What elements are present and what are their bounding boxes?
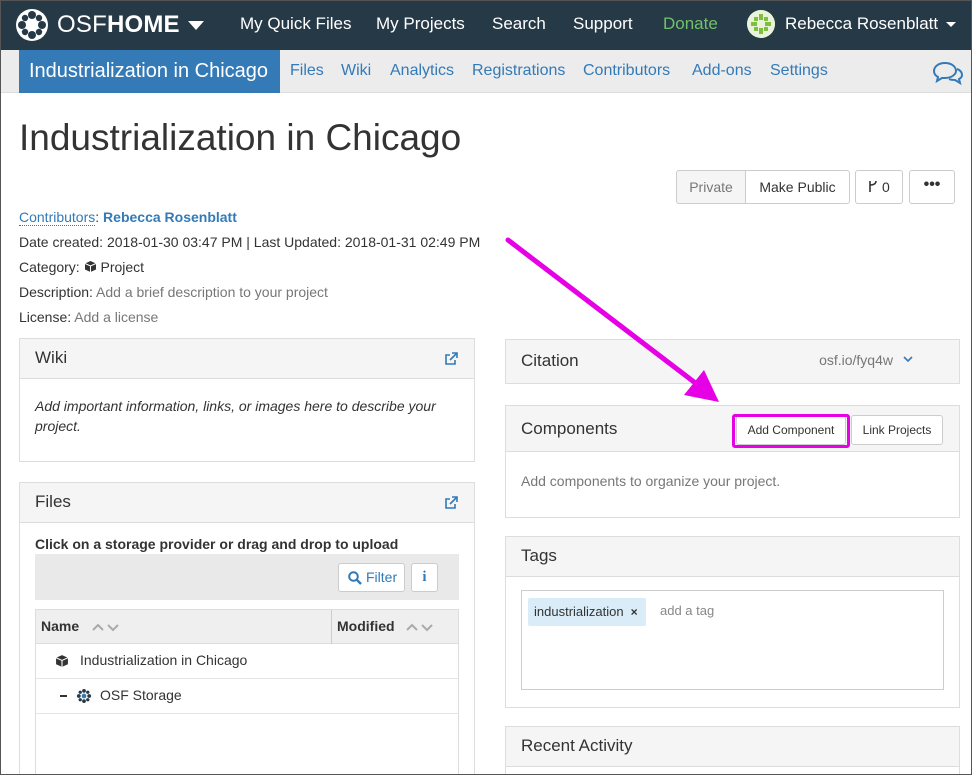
remove-tag-icon[interactable]: × bbox=[631, 605, 638, 619]
page-title: Industrialization in Chicago bbox=[19, 117, 462, 158]
avatar bbox=[747, 10, 775, 38]
collapse-minus-icon[interactable] bbox=[60, 695, 67, 697]
nav-search[interactable]: Search bbox=[492, 14, 546, 34]
wiki-body-placeholder: Add important information, links, or ima… bbox=[35, 398, 436, 434]
category-line: Category: Project bbox=[19, 259, 144, 275]
files-toolbar: Filter i bbox=[35, 554, 459, 600]
tags-title: Tags bbox=[521, 546, 557, 565]
nav-my-projects[interactable]: My Projects bbox=[376, 14, 465, 34]
files-table: Name Modified Industrialization in Chica… bbox=[35, 609, 459, 774]
file-row-name: Industrialization in Chicago bbox=[80, 652, 248, 668]
wiki-panel: Wiki Add important information, links, o… bbox=[19, 338, 475, 462]
files-panel-header: Files bbox=[20, 483, 474, 523]
brand-name: OSFHOME bbox=[57, 11, 180, 38]
info-button[interactable]: i bbox=[411, 563, 438, 592]
contributors-link[interactable]: Contributors bbox=[19, 209, 96, 226]
nav-donate[interactable]: Donate bbox=[663, 14, 718, 34]
sort-arrows-icon[interactable] bbox=[405, 621, 435, 633]
osf-home-brand[interactable]: OSFHOME bbox=[15, 8, 204, 42]
nav-support[interactable]: Support bbox=[573, 14, 633, 34]
fork-button[interactable]: 0 bbox=[855, 170, 903, 204]
external-link-icon[interactable] bbox=[444, 352, 458, 366]
files-upload-hint: Click on a storage provider or drag and … bbox=[35, 536, 399, 552]
fork-icon bbox=[869, 180, 877, 192]
tab-wiki[interactable]: Wiki bbox=[341, 62, 371, 80]
private-button[interactable]: Private bbox=[676, 170, 746, 204]
recent-activity-title: Recent Activity bbox=[521, 736, 633, 755]
components-title: Components bbox=[521, 419, 618, 438]
citation-title: Citation bbox=[521, 351, 579, 370]
date-line: Date created: 2018-01-30 03:47 PM | Last… bbox=[19, 234, 481, 250]
files-table-header: Name Modified bbox=[36, 610, 458, 644]
column-modified: Modified bbox=[337, 618, 395, 634]
license-line: License: Add a license bbox=[19, 309, 158, 325]
top-navbar: OSFHOME My Quick Files My Projects Searc… bbox=[1, 1, 971, 50]
caret-down-icon bbox=[946, 21, 957, 27]
wiki-title: Wiki bbox=[35, 348, 68, 367]
tags-input-box[interactable]: industrialization × add a tag bbox=[521, 590, 944, 690]
more-options-button[interactable]: ••• bbox=[909, 170, 955, 204]
comments-icon[interactable] bbox=[933, 61, 963, 85]
sort-arrows-icon[interactable] bbox=[91, 621, 121, 633]
project-title-tab[interactable]: Industrialization in Chicago bbox=[19, 50, 280, 93]
chevron-down-icon[interactable] bbox=[903, 355, 913, 363]
tags-panel-header: Tags bbox=[506, 537, 959, 577]
project-navbar: Industrialization in Chicago Files Wiki … bbox=[1, 50, 971, 93]
osf-storage-icon bbox=[76, 688, 92, 704]
tab-analytics[interactable]: Analytics bbox=[390, 62, 454, 80]
cube-icon bbox=[55, 655, 69, 667]
tags-panel: Tags industrialization × add a tag bbox=[505, 536, 960, 708]
make-public-button[interactable]: Make Public bbox=[745, 170, 850, 204]
components-empty-text: Add components to organize your project. bbox=[521, 473, 781, 489]
cube-icon bbox=[84, 261, 96, 272]
osf-logo-icon bbox=[16, 9, 48, 41]
table-row[interactable]: Industrialization in Chicago bbox=[36, 644, 458, 679]
description-line: Description: Add a brief description to … bbox=[19, 284, 328, 300]
tag-chip: industrialization × bbox=[528, 598, 646, 626]
tag-label: industrialization bbox=[534, 604, 624, 619]
external-link-icon[interactable] bbox=[444, 496, 458, 510]
page-frame: OSFHOME My Quick Files My Projects Searc… bbox=[0, 0, 972, 775]
user-menu[interactable]: Rebecca Rosenblatt bbox=[747, 10, 957, 38]
tab-files[interactable]: Files bbox=[290, 62, 324, 80]
annotation-highlight-box bbox=[732, 414, 850, 448]
add-tag-input[interactable]: add a tag bbox=[660, 603, 714, 618]
license-label: License: bbox=[19, 309, 72, 325]
column-name: Name bbox=[41, 618, 80, 634]
license-placeholder[interactable]: Add a license bbox=[74, 309, 158, 325]
category-value: Project bbox=[100, 259, 145, 275]
file-row-name: OSF Storage bbox=[100, 687, 182, 703]
citation-panel-header: Citation osf.io/fyq4w bbox=[506, 340, 959, 383]
citation-url: osf.io/fyq4w bbox=[819, 352, 893, 368]
description-label: Description: bbox=[19, 284, 93, 300]
table-row[interactable]: OSF Storage bbox=[36, 679, 458, 714]
contributors-line: Contributors: Rebecca Rosenblatt bbox=[19, 209, 237, 226]
contributor-name-link[interactable]: Rebecca Rosenblatt bbox=[103, 209, 237, 225]
wiki-panel-header: Wiki bbox=[20, 339, 474, 379]
recent-activity-header: Recent Activity bbox=[506, 727, 959, 767]
citation-panel[interactable]: Citation osf.io/fyq4w bbox=[505, 339, 960, 384]
tab-contributors[interactable]: Contributors bbox=[583, 62, 670, 80]
user-name: Rebecca Rosenblatt bbox=[785, 14, 939, 33]
filter-button[interactable]: Filter bbox=[338, 563, 405, 592]
tab-add-ons[interactable]: Add-ons bbox=[692, 62, 752, 80]
tab-settings[interactable]: Settings bbox=[770, 62, 828, 80]
fork-count: 0 bbox=[882, 179, 890, 195]
link-projects-button[interactable]: Link Projects bbox=[851, 415, 943, 445]
files-panel: Files Click on a storage provider or dra… bbox=[19, 482, 475, 774]
search-icon bbox=[348, 571, 362, 585]
tab-registrations[interactable]: Registrations bbox=[472, 62, 565, 80]
caret-down-icon bbox=[187, 20, 204, 30]
files-title: Files bbox=[35, 492, 71, 511]
filter-label: Filter bbox=[366, 569, 398, 585]
recent-activity-panel: Recent Activity bbox=[505, 726, 960, 774]
description-placeholder[interactable]: Add a brief description to your project bbox=[96, 284, 328, 300]
category-label: Category: bbox=[19, 259, 80, 275]
column-divider bbox=[331, 610, 332, 644]
nav-my-quick-files[interactable]: My Quick Files bbox=[240, 14, 351, 34]
